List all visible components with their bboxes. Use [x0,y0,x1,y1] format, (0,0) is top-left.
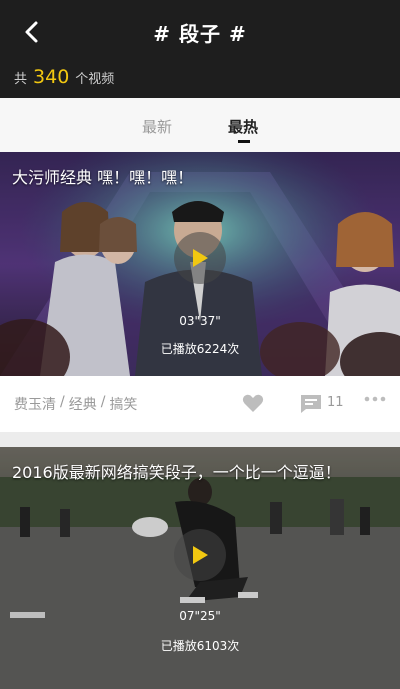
tab-latest[interactable]: 最新 [142,116,172,137]
count-value: 340 [33,66,70,88]
heart-icon[interactable] [242,393,264,413]
tag-list: 费玉清 / 经典 / 搞笑 [14,394,137,414]
video-thumbnail[interactable]: 2016版最新网络搞笑段子，一个比一个逗逼！ 07"25" 已播放6103次 [0,447,400,689]
video-title: 2016版最新网络搞笑段子，一个比一个逗逼！ [12,463,341,482]
video-list-page: # 段子 # 共 340 个视频 最新 最热 大污师经典 嘿！嘿！嘿！ 03"3… [0,0,400,689]
tag-separator: / [100,394,106,410]
tag-item[interactable]: 搞笑 [109,394,137,414]
video-card: 2016版最新网络搞笑段子，一个比一个逗逼！ 07"25" 已播放6103次 [0,447,400,689]
count-prefix: 共 [14,72,28,87]
video-thumbnail[interactable]: 大污师经典 嘿！嘿！嘿！ 03"37" 已播放6224次 [0,152,400,376]
count-suffix: 个视频 [75,72,115,87]
tab-bar: 最新 最热 [0,98,400,152]
tag-separator: / [60,394,65,410]
header: # 段子 # 共 340 个视频 [0,0,400,98]
video-count: 共 340 个视频 [14,66,114,88]
video-meta-row: 费玉清 / 经典 / 搞笑 11 [0,376,400,432]
play-count: 已播放6224次 [160,342,240,356]
comment-icon[interactable] [300,394,322,414]
video-duration: 03"37" [179,314,221,328]
tag-item[interactable]: 经典 [69,394,97,414]
comment-count: 11 [327,395,344,410]
play-button[interactable] [174,232,226,284]
video-title: 大污师经典 嘿！嘿！嘿！ [12,168,194,187]
video-card: 大污师经典 嘿！嘿！嘿！ 03"37" 已播放6224次 费玉清 / 经典 / … [0,152,400,432]
tab-hot[interactable]: 最热 [228,116,258,137]
active-tab-indicator [238,140,250,143]
page-title: # 段子 # [153,22,247,46]
tag-item[interactable]: 费玉清 [14,394,56,414]
play-icon [193,546,208,564]
video-duration: 07"25" [179,609,221,623]
more-icon[interactable] [364,396,386,402]
play-button[interactable] [174,529,226,581]
play-icon [193,249,208,267]
play-count: 已播放6103次 [160,639,240,653]
